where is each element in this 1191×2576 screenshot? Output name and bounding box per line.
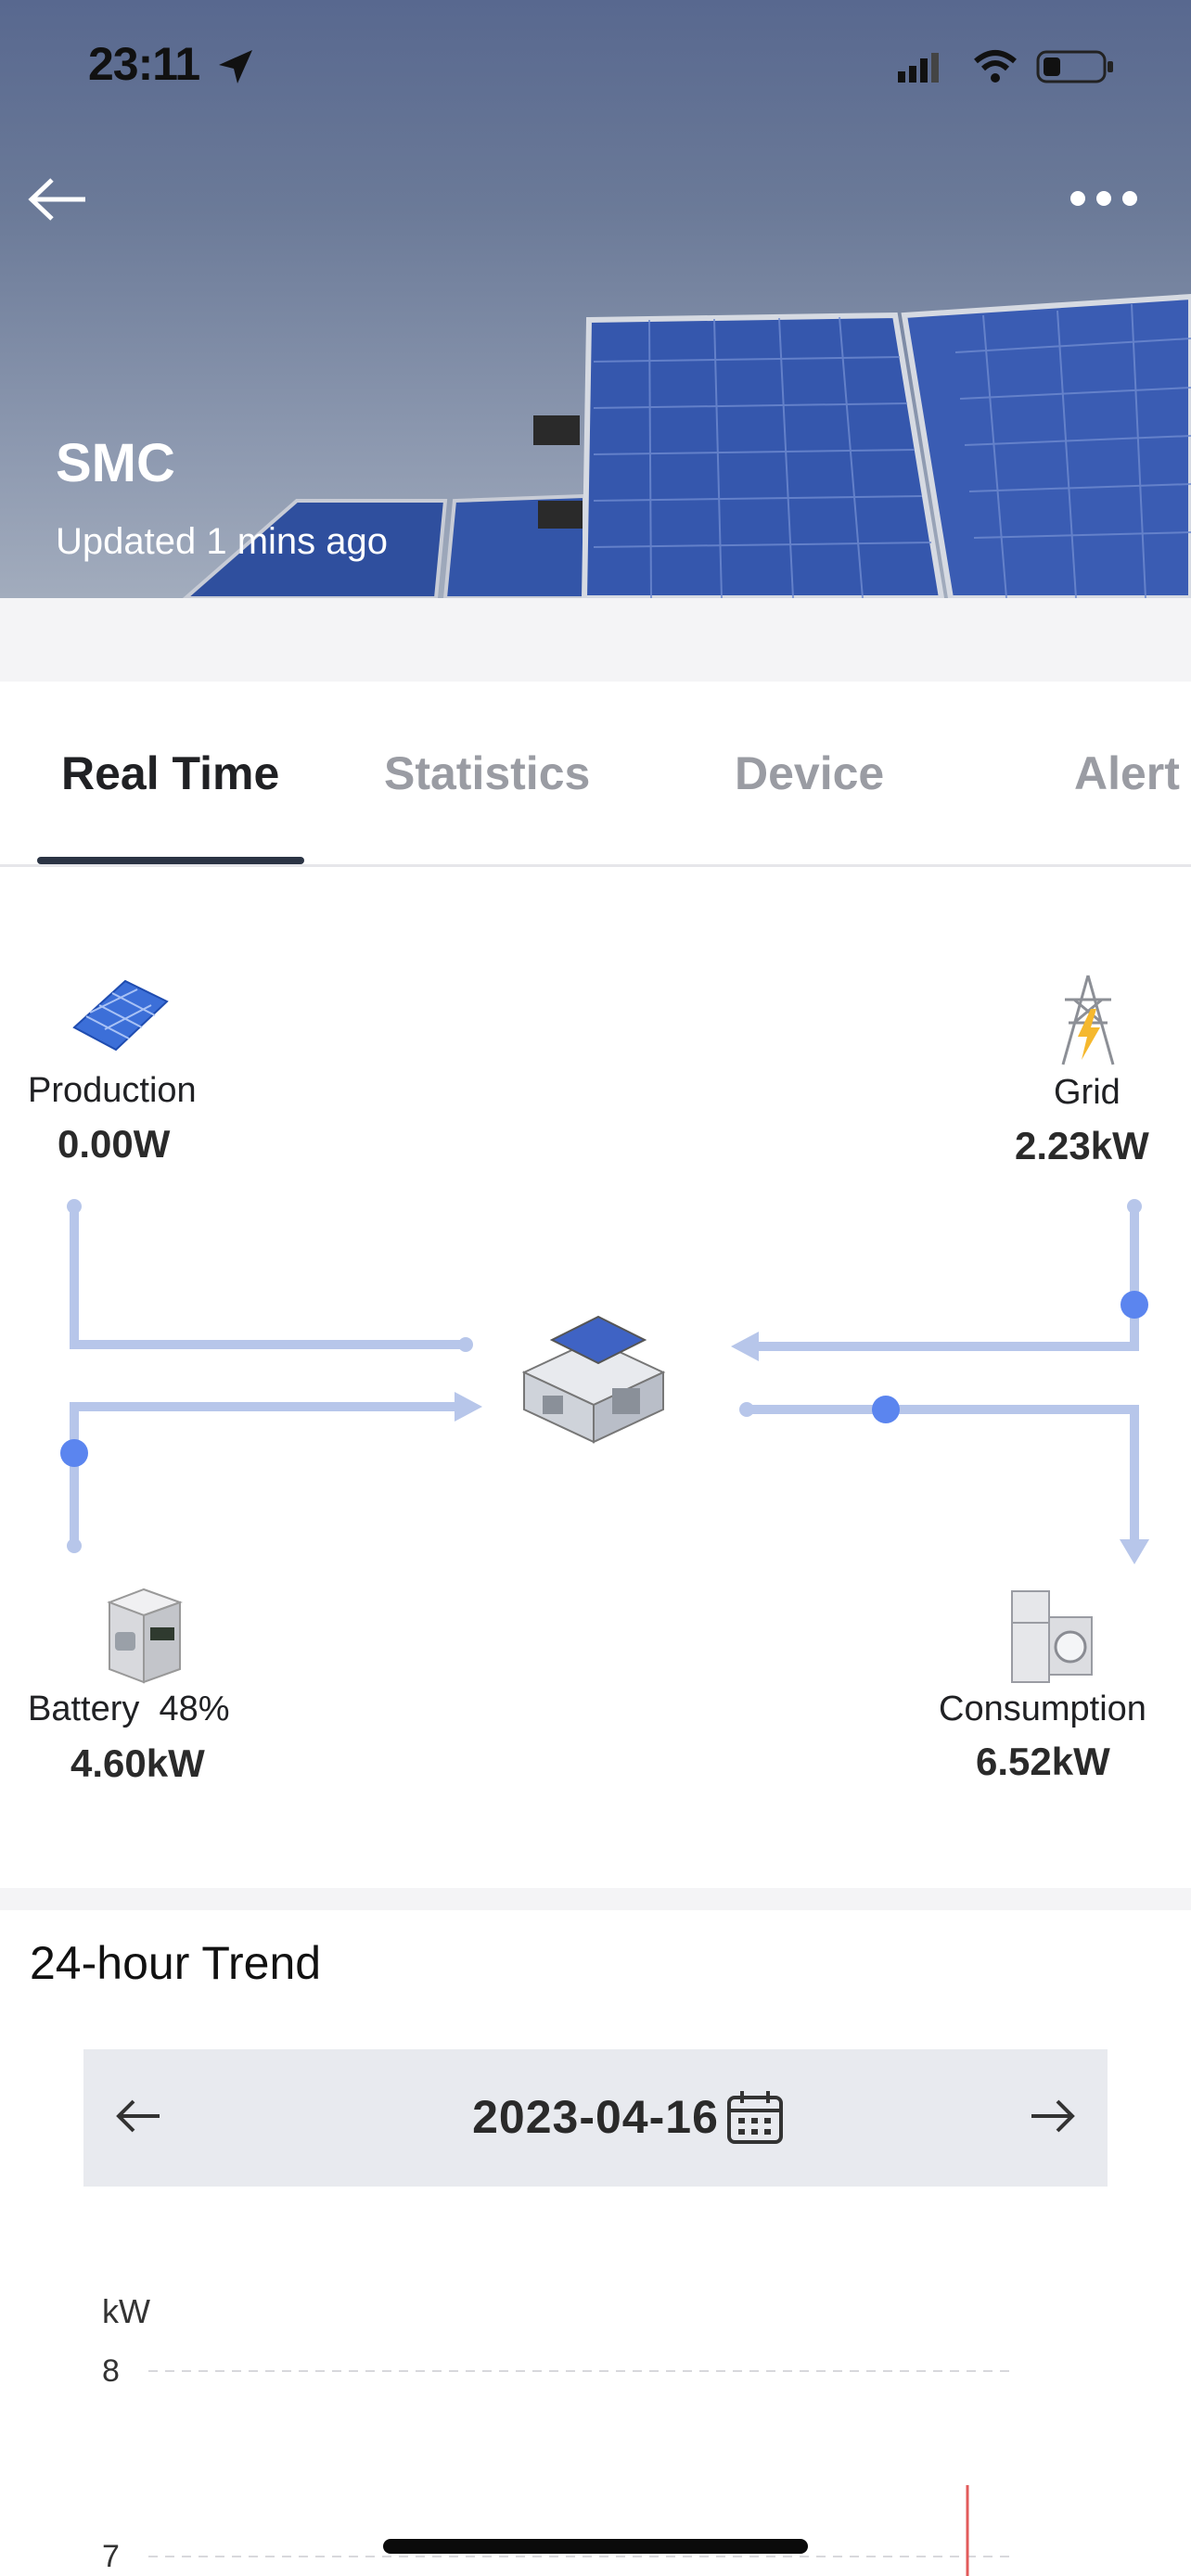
consumption-arrow	[1120, 1539, 1149, 1564]
tab-device[interactable]: Device	[735, 746, 884, 800]
solar-panel-icon	[72, 979, 169, 1052]
chart-unit-label: kW	[102, 2292, 150, 2330]
section-separator	[0, 1888, 1191, 1910]
tab-alert[interactable]: Alert	[1074, 746, 1180, 800]
hero-banner: 23:11 SMC Updated 1 mins ago	[0, 0, 1191, 598]
next-day-arrow-icon[interactable]	[1026, 2096, 1078, 2136]
battery-status-icon	[1036, 50, 1113, 83]
selected-date: 2023-04-16	[472, 2091, 719, 2143]
home-indicator	[383, 2539, 808, 2554]
active-tab-indicator	[37, 857, 304, 864]
more-options-icon[interactable]	[1067, 185, 1141, 211]
consumption-flow-dot	[872, 1396, 900, 1423]
grid-value: 2.23kW	[1015, 1124, 1149, 1167]
battery-unit-icon	[107, 1588, 183, 1684]
grid-flow-dot	[1121, 1291, 1148, 1319]
appliance-icon	[1011, 1590, 1093, 1683]
battery-flow-line	[70, 1402, 468, 1550]
hero-spacer	[0, 598, 1191, 682]
status-time: 23:11	[88, 38, 200, 90]
calendar-icon[interactable]	[725, 2088, 785, 2146]
production-flow-line	[70, 1202, 470, 1349]
consumption-label: Consumption	[939, 1690, 1146, 1728]
tab-statistics[interactable]: Statistics	[384, 746, 590, 800]
production-value: 0.00W	[58, 1122, 171, 1166]
battery-label: Battery	[28, 1690, 140, 1728]
cellular-signal-icon	[898, 53, 939, 83]
tab-bar: Real Time Statistics Device Alert	[0, 682, 1191, 867]
battery-flow-dot	[60, 1439, 88, 1467]
battery-value: 4.60kW	[70, 1741, 205, 1785]
power-tower-icon	[1061, 975, 1115, 1065]
date-selector: 2023-04-16	[83, 2049, 1108, 2187]
consumption-flow-line	[742, 1405, 1139, 1553]
consumption-value: 6.52kW	[976, 1740, 1110, 1783]
plant-title: SMC	[56, 433, 175, 493]
grid-label: Grid	[1054, 1073, 1121, 1112]
location-arrow-icon	[219, 50, 252, 83]
grid-arrow	[731, 1332, 759, 1361]
update-status: Updated 1 mins ago	[56, 521, 389, 562]
trend-title: 24-hour Trend	[30, 1937, 322, 1989]
battery-percent: 48%	[159, 1690, 230, 1728]
wifi-icon	[974, 50, 1017, 83]
house-icon	[521, 1315, 666, 1444]
production-label: Production	[28, 1071, 197, 1110]
grid-flow-line	[737, 1202, 1139, 1351]
tab-real-time[interactable]: Real Time	[61, 746, 279, 800]
battery-arrow	[455, 1392, 482, 1422]
back-arrow-icon[interactable]	[26, 176, 91, 223]
